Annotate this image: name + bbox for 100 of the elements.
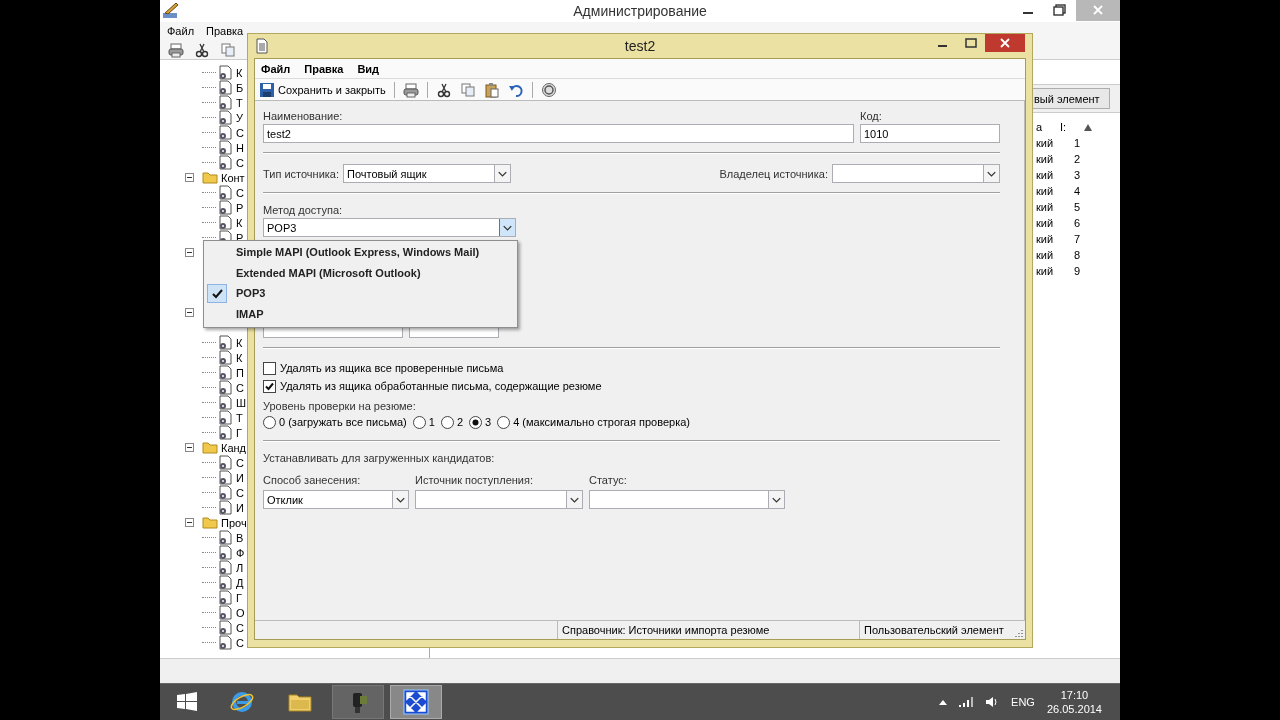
radio-label: 4 (максимально строгая проверка) — [513, 416, 690, 428]
tree-item[interactable]: Р — [236, 201, 244, 214]
table-cell-text: кий — [1036, 201, 1055, 213]
tree-item[interactable]: Г — [236, 426, 242, 439]
table-cell-text: 1 — [1073, 137, 1082, 149]
document-gear-icon — [218, 395, 233, 410]
menu-item[interactable]: Файл — [261, 62, 291, 75]
tree-item[interactable]: В — [236, 531, 244, 544]
tree-item[interactable]: С — [236, 636, 244, 649]
name-field[interactable]: test2 — [263, 124, 854, 143]
print-icon[interactable] — [402, 81, 419, 98]
table-cell-text: кий — [1036, 233, 1055, 245]
source-type-dropdown[interactable]: Почтовый ящик — [343, 164, 511, 183]
tree-item[interactable]: Д — [236, 576, 244, 589]
caret-up-icon[interactable] — [939, 699, 948, 705]
tree-item[interactable]: С — [236, 486, 244, 499]
print-icon[interactable] — [168, 41, 184, 58]
tree-item[interactable]: К — [236, 66, 243, 79]
language-indicator[interactable]: ENG — [1011, 696, 1035, 708]
tree-item[interactable]: К — [236, 336, 243, 349]
clock-time[interactable]: 17:10 — [1060, 688, 1089, 702]
tree-item[interactable]: К — [236, 216, 243, 229]
speaker-icon[interactable] — [985, 696, 1000, 708]
taskbar-button[interactable] — [332, 685, 384, 719]
tree-item[interactable]: Конт — [221, 171, 245, 184]
close-icon[interactable] — [985, 34, 1025, 52]
tree-item[interactable]: Н — [236, 141, 244, 154]
resize-grip-icon — [1015, 629, 1023, 637]
tree-item[interactable]: Ш — [236, 396, 247, 409]
copy-icon[interactable] — [220, 41, 236, 58]
tree-item[interactable]: О — [236, 606, 245, 619]
document-gear-icon — [218, 80, 233, 95]
paste-icon[interactable] — [483, 81, 500, 98]
clock-date[interactable]: 26.05.2014 — [1046, 702, 1102, 716]
tree-item[interactable]: С — [236, 621, 244, 634]
document-gear-icon — [218, 65, 233, 80]
taskbar-button[interactable] — [390, 685, 442, 719]
tree-item[interactable]: Б — [236, 81, 244, 94]
menu-item[interactable]: Правка — [206, 25, 244, 37]
tree-item[interactable]: С — [236, 186, 244, 199]
table-cell-text: кий — [1036, 153, 1055, 165]
tree-item[interactable]: И — [236, 471, 244, 484]
field-label: Источник поступления: — [415, 474, 534, 486]
copy-icon[interactable] — [459, 81, 476, 98]
dropdown-option[interactable]: IMAP — [204, 303, 517, 324]
tree-item[interactable]: У — [236, 111, 243, 124]
tree-item[interactable]: Т — [236, 411, 243, 424]
cut-icon[interactable] — [194, 41, 210, 58]
collapse-icon[interactable] — [185, 173, 194, 182]
radio-button[interactable] — [440, 415, 454, 429]
tree-item[interactable]: Проч — [221, 516, 247, 529]
tree-item[interactable]: Т — [236, 96, 243, 109]
tree-item[interactable]: С — [236, 381, 244, 394]
access-method-dropdown[interactable]: POP3 — [263, 218, 516, 237]
dropdown[interactable]: Отклик — [263, 490, 409, 509]
tree-item[interactable]: Ф — [236, 546, 245, 559]
menu-item[interactable]: Файл — [167, 25, 195, 37]
tree-item[interactable]: П — [236, 366, 244, 379]
field-label: Метод доступа: — [263, 204, 344, 216]
dropdown-option[interactable]: POP3 — [204, 283, 517, 304]
radio-button[interactable] — [469, 415, 482, 429]
windows-logo-icon[interactable] — [176, 691, 198, 713]
tree-item[interactable]: С — [236, 126, 244, 139]
column-header[interactable]: І: — [1060, 121, 1084, 133]
help-icon[interactable] — [540, 81, 557, 98]
collapse-icon[interactable] — [185, 308, 194, 317]
tree-item[interactable]: И — [236, 501, 244, 514]
collapse-icon[interactable] — [185, 518, 194, 527]
tree-item[interactable]: К — [236, 351, 243, 364]
tree-item[interactable]: Л — [236, 561, 244, 574]
table-cell-text: кий — [1036, 265, 1055, 277]
checkbox[interactable] — [263, 361, 276, 375]
radio-label: 3 — [485, 416, 492, 428]
new-item-button[interactable]: вый элемент — [1032, 88, 1110, 109]
tree-item[interactable]: С — [236, 156, 244, 169]
table-cell-text: 5 — [1073, 201, 1082, 213]
dropdown-option[interactable]: Extended MAPI (Microsoft Outlook) — [204, 262, 517, 283]
status-text: Пользовательский элемент — [859, 621, 1015, 639]
radio-button[interactable] — [412, 415, 426, 429]
checkbox[interactable] — [263, 379, 276, 393]
column-header[interactable]: а — [1036, 121, 1060, 133]
radio-button[interactable] — [497, 415, 511, 429]
menu-item[interactable]: Вид — [357, 62, 380, 75]
save-and-close-button[interactable]: Сохранить и закрыть — [259, 81, 386, 98]
cut-icon[interactable] — [435, 81, 452, 98]
collapse-icon[interactable] — [185, 443, 194, 452]
radio-label: 1 — [428, 416, 435, 428]
collapse-icon[interactable] — [185, 248, 194, 257]
checkmark-icon — [210, 287, 224, 300]
signal-icon[interactable] — [959, 697, 974, 707]
document-icon — [254, 38, 270, 54]
dropdown-option[interactable]: Simple MAPI (Outlook Express, Windows Mail) — [204, 242, 517, 263]
code-field[interactable]: 1010 — [860, 124, 1000, 143]
tree-item[interactable]: Канд — [221, 441, 247, 454]
radio-button[interactable] — [263, 415, 276, 429]
menu-item[interactable]: Правка — [304, 62, 344, 75]
table-cell-text: 2 — [1073, 153, 1082, 165]
tree-item[interactable]: Г — [236, 591, 242, 604]
tree-item[interactable]: С — [236, 456, 244, 469]
document-gear-icon — [218, 335, 233, 350]
